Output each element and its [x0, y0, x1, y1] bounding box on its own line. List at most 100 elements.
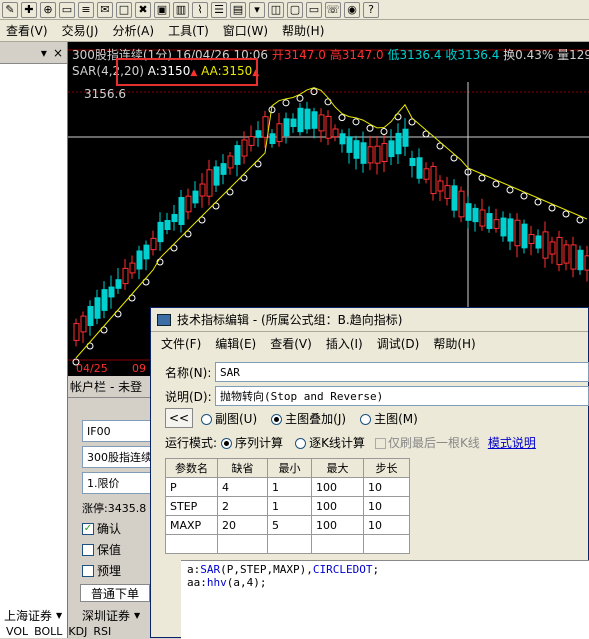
- pin-icon[interactable]: ▾: [41, 46, 47, 60]
- tab-shenzhen-label: 深圳证券: [82, 608, 131, 623]
- candle-body: [472, 207, 479, 223]
- menu-view[interactable]: 查看(V): [6, 22, 48, 39]
- tab-shanghai[interactable]: 上海证券 ▼: [0, 606, 70, 624]
- shield-icon[interactable]: ◉: [344, 1, 360, 18]
- table-row[interactable]: MAXP 20 5 100 10: [165, 515, 410, 535]
- bars-icon[interactable]: ▤: [230, 1, 246, 18]
- cell[interactable]: 5: [267, 515, 312, 535]
- menu-help[interactable]: 帮助(H): [282, 22, 324, 39]
- table-row[interactable]: STEP 2 1 100 10: [165, 496, 410, 516]
- radio-mainchart[interactable]: 主图(M): [360, 410, 418, 427]
- checkbox-box: [82, 543, 94, 556]
- contract-name-field[interactable]: 300股指连续: [82, 446, 151, 468]
- cell[interactable]: MAXP: [165, 515, 218, 535]
- disconnect-icon[interactable]: ✖: [135, 1, 151, 18]
- left-pane: ▾ ×: [0, 42, 68, 638]
- mode-help-link[interactable]: 模式说明: [488, 434, 536, 451]
- preorder-checkbox[interactable]: 预埋: [82, 562, 157, 579]
- cell[interactable]: 10: [363, 477, 410, 497]
- nav-back-button[interactable]: <<: [165, 408, 193, 428]
- candle-body: [437, 180, 444, 192]
- radio-overlay[interactable]: 主图叠加(J): [271, 410, 346, 427]
- cell[interactable]: [267, 534, 312, 554]
- cell[interactable]: [311, 534, 364, 554]
- cell[interactable]: 100: [311, 515, 364, 535]
- contract-field[interactable]: IF00: [82, 420, 151, 442]
- checklist-icon[interactable]: ☰: [211, 1, 227, 18]
- code-token: SAR: [200, 563, 221, 576]
- formula-editor[interactable]: a:SAR(P,STEP,MAXP),CIRCLEDOT; aa:hhv(a,4…: [181, 560, 589, 639]
- menu-analysis[interactable]: 分析(A): [112, 22, 154, 39]
- radio-series[interactable]: 序列计算: [221, 434, 283, 451]
- crosshair-icon[interactable]: ✚: [21, 1, 37, 18]
- monitor-icon[interactable]: ▢: [287, 1, 303, 18]
- stack-icon[interactable]: ◫: [268, 1, 284, 18]
- order-type-select[interactable]: 1.限价: [82, 472, 151, 494]
- menu-icon[interactable]: ▾: [249, 1, 265, 18]
- menu-trade[interactable]: 交易(J): [62, 22, 99, 39]
- line-chart-icon[interactable]: ⌇: [192, 1, 208, 18]
- list-icon[interactable]: ≡: [78, 1, 94, 18]
- confirm-checkbox[interactable]: ✓ 确认: [82, 520, 157, 537]
- dlg-menu-insert[interactable]: 插入(I): [326, 335, 363, 352]
- phone-icon[interactable]: ☏: [325, 1, 341, 18]
- cell[interactable]: 20: [217, 515, 268, 535]
- radio-mainchart-label: 主图(M): [374, 411, 418, 426]
- table-row[interactable]: [165, 534, 410, 554]
- code-token: ;: [372, 563, 380, 576]
- cell[interactable]: 4: [217, 477, 268, 497]
- hedge-checkbox[interactable]: 保值: [82, 541, 157, 558]
- table-row[interactable]: P 4 1 100 10: [165, 477, 410, 497]
- cell[interactable]: STEP: [165, 496, 218, 516]
- candle-body: [122, 267, 129, 285]
- name-input[interactable]: SAR: [215, 362, 589, 382]
- image-icon[interactable]: ▣: [154, 1, 170, 18]
- cell[interactable]: 1: [267, 496, 312, 516]
- cell[interactable]: 2: [217, 496, 268, 516]
- tab-vol[interactable]: VOL: [6, 626, 28, 638]
- close-icon[interactable]: ×: [53, 46, 63, 60]
- tab-boll[interactable]: BOLL: [34, 626, 62, 638]
- cell[interactable]: [217, 534, 268, 554]
- radio-dot: [201, 413, 212, 425]
- desc-row: 说明(D): 抛物转向(Stop and Reverse): [165, 386, 589, 406]
- last-bar-checkbox[interactable]: 仅刷最后一根K线: [374, 434, 480, 451]
- dlg-menu-help[interactable]: 帮助(H): [433, 335, 475, 352]
- candle-body: [290, 118, 297, 128]
- dlg-menu-edit[interactable]: 编辑(E): [215, 335, 256, 352]
- bar-chart-icon[interactable]: ▥: [173, 1, 189, 18]
- cell[interactable]: 10: [363, 515, 410, 535]
- radio-per-bar[interactable]: 逐K线计算: [295, 434, 365, 451]
- dlg-menu-file[interactable]: 文件(F): [161, 335, 201, 352]
- cell[interactable]: [363, 534, 410, 554]
- edit-icon[interactable]: ✎: [2, 1, 18, 18]
- params-header-row: 参数名 缺省 最小 最大 步长: [165, 458, 410, 478]
- tab-rsi[interactable]: RSI: [93, 626, 111, 638]
- candle-body: [458, 190, 465, 218]
- menu-tools[interactable]: 工具(T): [168, 22, 209, 39]
- highlight-box: [116, 58, 258, 86]
- notes-icon[interactable]: ✉: [97, 1, 113, 18]
- cell[interactable]: 100: [311, 477, 364, 497]
- window-icon[interactable]: ▭: [59, 1, 75, 18]
- cell[interactable]: 1: [267, 477, 312, 497]
- desc-input[interactable]: 抛物转向(Stop and Reverse): [215, 386, 589, 406]
- dlg-menu-view[interactable]: 查看(V): [270, 335, 312, 352]
- name-row: 名称(N): SAR: [165, 362, 589, 382]
- cell[interactable]: [165, 534, 218, 554]
- cell[interactable]: 10: [363, 496, 410, 516]
- candle-body: [556, 236, 563, 266]
- blank-icon[interactable]: □: [116, 1, 132, 18]
- dialog-titlebar[interactable]: 技术指标编辑 - (所属公式组：B.趋向指标): [151, 308, 588, 332]
- radio-subchart[interactable]: 副图(U): [201, 410, 257, 427]
- tab-shenzhen[interactable]: 深圳证券 ▼: [78, 606, 152, 624]
- menu-window[interactable]: 窗口(W): [223, 22, 268, 39]
- dlg-menu-debug[interactable]: 调试(D): [377, 335, 420, 352]
- help-icon[interactable]: ?: [363, 1, 379, 18]
- tab-order[interactable]: 普通下单: [80, 584, 150, 602]
- cell[interactable]: P: [165, 477, 218, 497]
- zoom-icon[interactable]: ⊕: [40, 1, 56, 18]
- folder-icon[interactable]: ▭: [306, 1, 322, 18]
- tab-kdj[interactable]: KDJ: [68, 626, 87, 638]
- cell[interactable]: 100: [311, 496, 364, 516]
